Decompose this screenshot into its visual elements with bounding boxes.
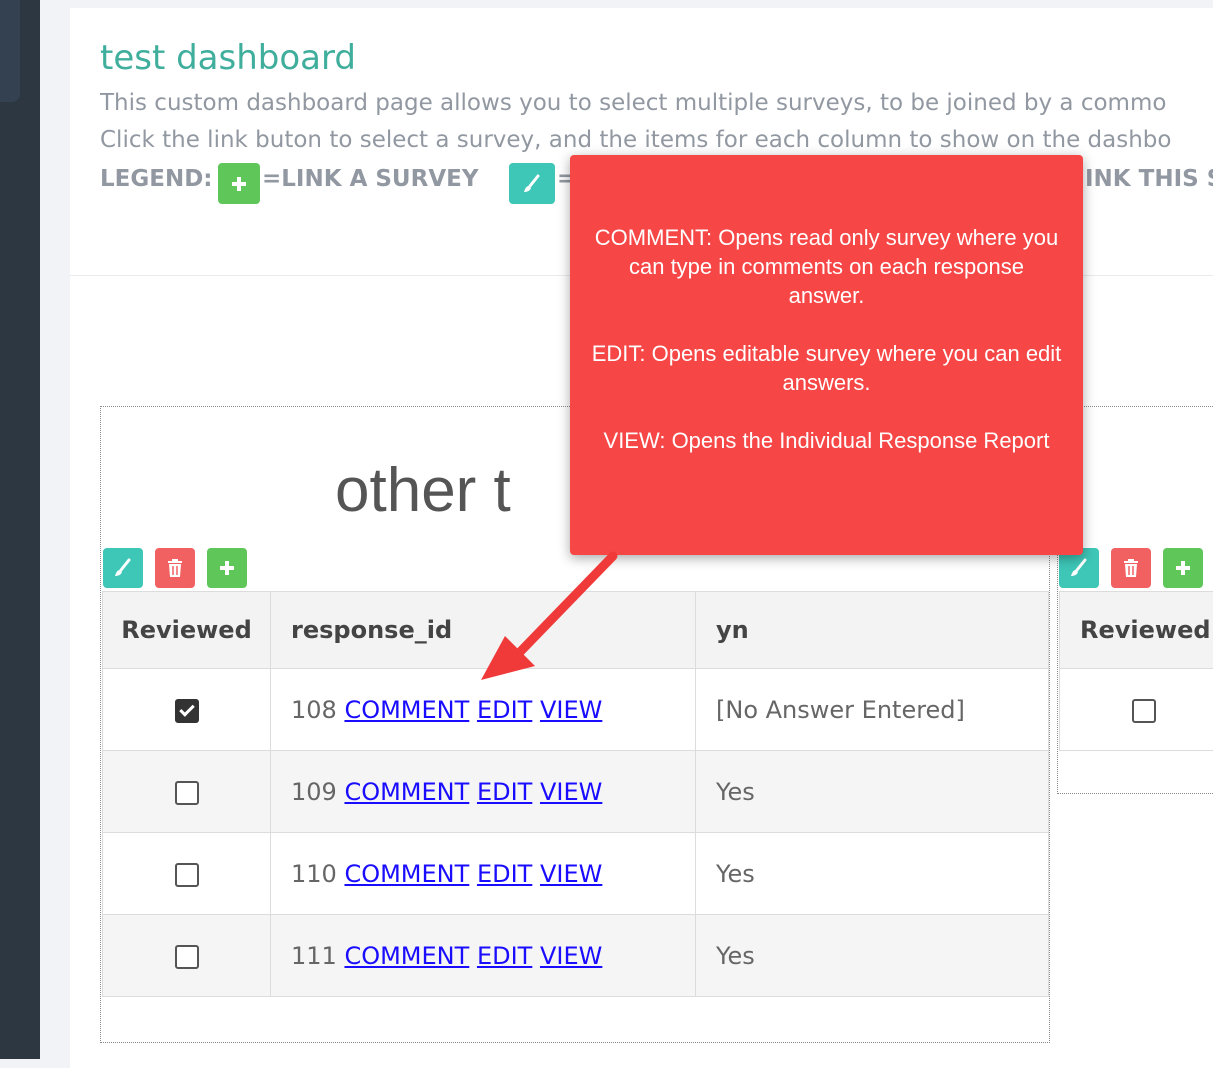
brush-icon — [112, 557, 134, 579]
view-link[interactable]: VIEW — [540, 696, 602, 724]
page-title: test dashboard — [100, 38, 356, 78]
reviewed-checkbox[interactable] — [1132, 699, 1156, 723]
trash-icon — [1122, 558, 1140, 578]
table-row: 108 COMMENT EDIT VIEW [No Answer Entered… — [103, 669, 1049, 751]
table-row: 109 COMMENT EDIT VIEW Yes — [103, 751, 1049, 833]
reviewed-cell — [103, 833, 271, 915]
plus-icon — [1173, 558, 1193, 578]
table-row: 111 COMMENT EDIT VIEW Yes — [103, 915, 1049, 997]
table-header-row: Reviewed — [1060, 592, 1213, 669]
view-link[interactable]: VIEW — [540, 942, 602, 970]
legend-label: LEGEND: — [100, 166, 213, 192]
response-id-cell: 110 COMMENT EDIT VIEW — [271, 833, 696, 915]
responses-table: Reviewed response_id yn 108 COMMENT EDIT… — [102, 591, 1049, 997]
response-id: 110 — [291, 860, 337, 888]
response-id: 111 — [291, 942, 337, 970]
response-id-cell: 108 COMMENT EDIT VIEW — [271, 669, 696, 751]
comment-link[interactable]: COMMENT — [344, 696, 469, 724]
legend-link-text: =LINK A SURVEY — [262, 166, 479, 192]
responses-table-right: Reviewed — [1059, 591, 1213, 751]
response-id-cell: 109 COMMENT EDIT VIEW — [271, 751, 696, 833]
page-description-line-1: This custom dashboard page allows you to… — [100, 90, 1166, 116]
delete-survey-button[interactable] — [155, 548, 195, 588]
survey-panel-title: other t — [335, 455, 511, 526]
reviewed-cell — [1060, 669, 1213, 751]
callout-view-text: VIEW: Opens the Individual Response Repo… — [590, 426, 1063, 455]
response-id: 109 — [291, 778, 337, 806]
edit-link[interactable]: EDIT — [477, 778, 532, 806]
yn-cell: Yes — [696, 751, 1049, 833]
view-link[interactable]: VIEW — [540, 778, 602, 806]
legend-plus-icon — [218, 163, 260, 204]
column-header-reviewed: Reviewed — [1060, 592, 1213, 669]
edit-survey-button[interactable] — [103, 548, 143, 588]
comment-link[interactable]: COMMENT — [344, 778, 469, 806]
legend-unlink-text: INK THIS S — [1085, 166, 1213, 192]
legend-brush-icon — [509, 163, 555, 204]
callout-comment-text: COMMENT: Opens read only survey where yo… — [590, 223, 1063, 310]
link-survey-button[interactable] — [207, 548, 247, 588]
column-header-yn: yn — [696, 592, 1049, 669]
edit-link[interactable]: EDIT — [477, 860, 532, 888]
reviewed-checkbox[interactable] — [175, 781, 199, 805]
reviewed-checkbox[interactable] — [175, 945, 199, 969]
yn-cell: [No Answer Entered] — [696, 669, 1049, 751]
reviewed-cell — [103, 915, 271, 997]
table-row — [1060, 669, 1213, 751]
link-survey-button-right[interactable] — [1163, 548, 1203, 588]
reviewed-checkbox[interactable] — [175, 863, 199, 887]
plus-icon — [217, 558, 237, 578]
response-id-cell: 111 COMMENT EDIT VIEW — [271, 915, 696, 997]
view-link[interactable]: VIEW — [540, 860, 602, 888]
column-header-response-id: response_id — [271, 592, 696, 669]
brush-icon — [1068, 557, 1090, 579]
yn-cell: Yes — [696, 915, 1049, 997]
callout-edit-text: EDIT: Opens editable survey where you ca… — [590, 339, 1063, 397]
edit-link[interactable]: EDIT — [477, 942, 532, 970]
trash-icon — [166, 558, 184, 578]
app-sidebar — [0, 0, 40, 1059]
comment-link[interactable]: COMMENT — [344, 942, 469, 970]
comment-link[interactable]: COMMENT — [344, 860, 469, 888]
reviewed-cell — [103, 669, 271, 751]
sidebar-nub — [0, 0, 20, 102]
delete-survey-button-right[interactable] — [1111, 548, 1151, 588]
table-row: 110 COMMENT EDIT VIEW Yes — [103, 833, 1049, 915]
help-callout: COMMENT: Opens read only survey where yo… — [570, 155, 1083, 555]
column-header-reviewed: Reviewed — [103, 592, 271, 669]
response-id: 108 — [291, 696, 337, 724]
table-header-row: Reviewed response_id yn — [103, 592, 1049, 669]
yn-cell: Yes — [696, 833, 1049, 915]
reviewed-cell — [103, 751, 271, 833]
page-description-line-2: Click the link buton to select a survey,… — [100, 127, 1171, 153]
reviewed-checkbox[interactable] — [175, 699, 199, 723]
edit-link[interactable]: EDIT — [477, 696, 532, 724]
